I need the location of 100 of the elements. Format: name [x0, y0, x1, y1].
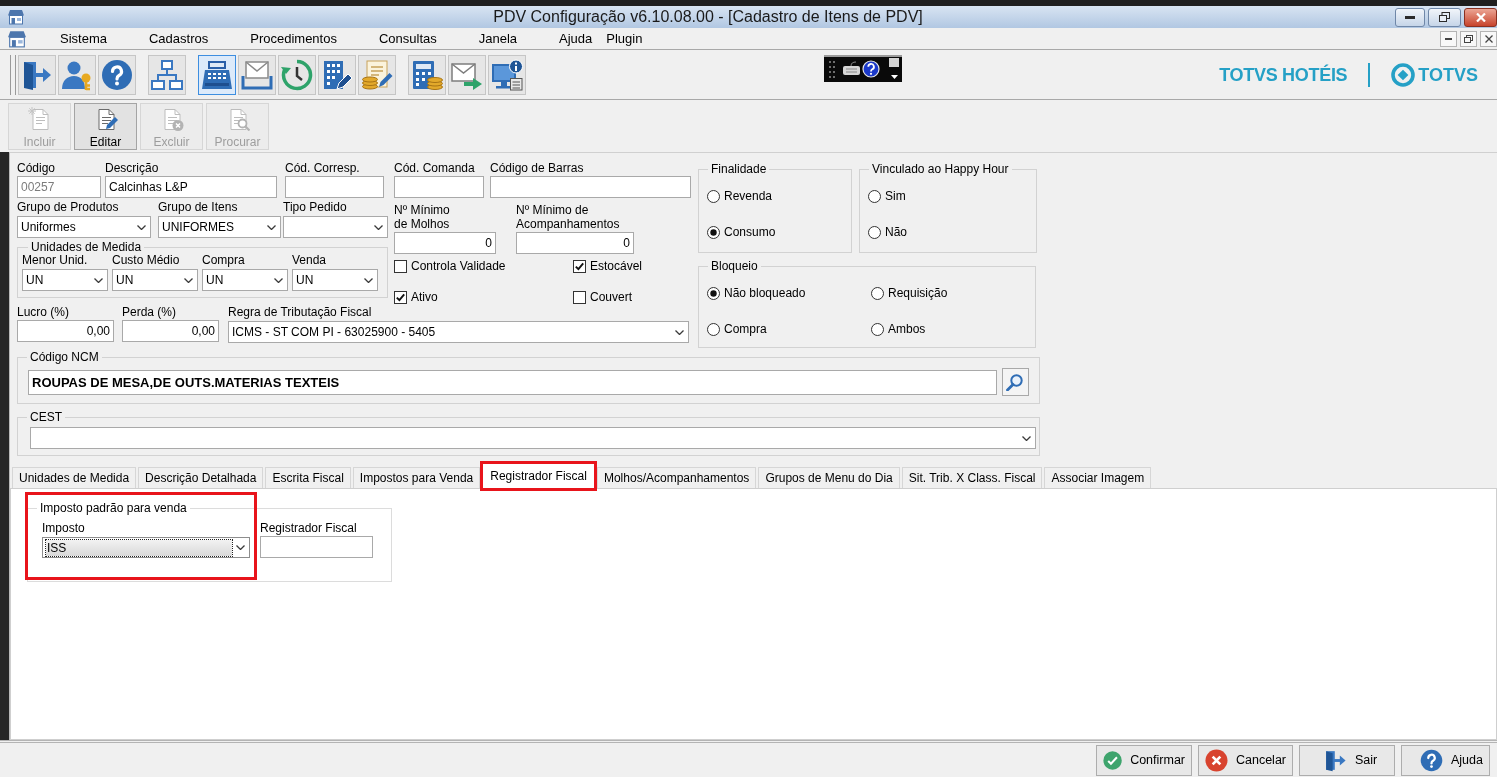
tab[interactable]: Sit. Trib. X Class. Fiscal: [901, 467, 1043, 488]
checkbox-label: Estocável: [590, 259, 643, 273]
ring-logo-icon: [1391, 62, 1416, 87]
calculator-coins-icon: [411, 58, 443, 91]
toolbar-button[interactable]: [358, 54, 396, 95]
radio-button[interactable]: [871, 286, 884, 300]
minimize-button[interactable]: [1395, 7, 1425, 27]
tab[interactable]: Impostos para Venda: [352, 467, 481, 488]
toolbar-button[interactable]: [238, 54, 276, 95]
store-icon: [8, 29, 26, 48]
dropdown[interactable]: Uniformes: [17, 216, 151, 238]
radio-label: Não bloqueado: [724, 286, 806, 300]
radio-button[interactable]: [707, 225, 720, 239]
menu-item[interactable]: Sistema: [39, 30, 128, 47]
menu-item[interactable]: Janela: [457, 30, 539, 47]
window-title: PDV Configuração v6.10.08.00 - [Cadastro de Itens de PDV]: [492, 7, 924, 27]
radio-label: Ambos: [888, 322, 926, 336]
field-label: Grupo de Itens: [158, 200, 239, 214]
radio-label: Compra: [724, 322, 767, 336]
field-label: Compra: [202, 253, 246, 267]
radio-button[interactable]: [707, 286, 720, 300]
cash-register-icon: [201, 58, 233, 91]
checkbox[interactable]: [573, 259, 586, 273]
minimize-button[interactable]: [1440, 30, 1457, 47]
dropdown[interactable]: UN: [22, 269, 108, 291]
search-icon: [1006, 373, 1025, 391]
chevron-icon: [374, 224, 383, 230]
search-button[interactable]: [1001, 368, 1029, 396]
tab[interactable]: Grupos de Menu do Dia: [758, 467, 900, 488]
dropdown[interactable]: UNIFORMES: [158, 216, 281, 238]
help-button[interactable]: Ajuda: [1401, 744, 1490, 776]
tab[interactable]: Molhos/Acompanhamentos: [596, 467, 757, 488]
dropdown[interactable]: UN: [112, 269, 198, 291]
text-field[interactable]: [490, 176, 691, 198]
close-button[interactable]: [1480, 30, 1497, 47]
checkbox[interactable]: [394, 290, 407, 304]
tab[interactable]: Escrita Fiscal: [265, 467, 351, 488]
menu-item[interactable]: Procedimentos: [229, 30, 358, 47]
text-field[interactable]: 0: [516, 232, 634, 254]
radio-button[interactable]: [868, 225, 881, 239]
keyboard-bar-icon: [824, 55, 902, 82]
restore-button[interactable]: [1460, 30, 1477, 47]
field-label: Registrador Fiscal: [260, 521, 358, 535]
chevron-icon: [1022, 435, 1031, 441]
field-label: Lucro (%): [17, 305, 70, 319]
toolbar-button[interactable]: [148, 54, 186, 95]
radio-button[interactable]: [871, 322, 884, 336]
hierarchy-icon: [151, 58, 183, 91]
toolbar-button[interactable]: [318, 54, 356, 95]
toolbar-button[interactable]: [198, 54, 236, 95]
radio-label: Sim: [885, 189, 906, 203]
text-field[interactable]: 0,00: [17, 320, 114, 342]
radio-button[interactable]: [707, 189, 720, 203]
menu-item[interactable]: Plugin: [606, 30, 664, 47]
dropdown[interactable]: ISS: [42, 537, 250, 558]
menu-item[interactable]: Cadastros: [127, 30, 230, 47]
chevron-icon: [236, 545, 245, 550]
text-field[interactable]: ROUPAS DE MESA,DE OUTS.MATERIAS TEXTEIS: [28, 370, 997, 395]
new-document-icon: [27, 107, 52, 131]
toolbar-button[interactable]: [408, 54, 446, 95]
dropdown[interactable]: UN: [292, 269, 378, 291]
text-field[interactable]: [260, 536, 373, 558]
tab[interactable]: Registrador Fiscal: [480, 461, 597, 491]
field-label: Código de Barras: [490, 161, 585, 175]
dropdown[interactable]: UN: [202, 269, 288, 291]
toolbar-button[interactable]: [488, 54, 526, 95]
radio-button[interactable]: [707, 322, 720, 336]
tab[interactable]: Descrição Detalhada: [138, 467, 264, 488]
toolbar-button[interactable]: [58, 54, 96, 95]
field-label: Imposto: [42, 521, 86, 535]
menu-item[interactable]: Ajuda: [538, 30, 607, 47]
building-pencil-icon: [321, 58, 353, 91]
action-button[interactable]: Editar: [74, 103, 137, 150]
text-field[interactable]: [394, 176, 484, 198]
text-field[interactable]: 0: [394, 232, 496, 254]
text-field[interactable]: 00257: [17, 176, 101, 198]
close-icon: [1475, 12, 1486, 22]
close-button[interactable]: [1464, 7, 1497, 27]
dropdown[interactable]: ICMS - ST COM PI - 63025900 - 5405: [228, 321, 689, 343]
toolbar-button[interactable]: [18, 54, 56, 95]
text-field[interactable]: Calcinhas L&P: [105, 176, 277, 198]
checkbox-label: Couvert: [590, 290, 633, 304]
field-label: Grupo de Produtos: [17, 200, 120, 214]
tab[interactable]: Associar Imagem: [1044, 467, 1152, 488]
chevron-icon: [94, 277, 103, 283]
cancel-button[interactable]: Cancelar: [1198, 744, 1293, 776]
tab[interactable]: Unidades de Medida: [12, 467, 137, 488]
group-title: Bloqueio: [708, 259, 761, 273]
radio-button[interactable]: [868, 189, 881, 203]
checkbox[interactable]: [573, 290, 586, 304]
group-title: Vinculado ao Happy Hour: [869, 162, 1012, 176]
menu-item[interactable]: Consultas: [357, 30, 458, 47]
restore-button[interactable]: [1428, 7, 1461, 27]
exit-button[interactable]: Sair: [1299, 744, 1395, 776]
text-field[interactable]: 0,00: [122, 320, 219, 342]
confirm-button[interactable]: Confirmar: [1096, 744, 1192, 776]
toolbar-button[interactable]: [98, 54, 136, 95]
text-field[interactable]: [285, 176, 384, 198]
checkbox[interactable]: [394, 259, 407, 273]
toolbar-button[interactable]: [278, 54, 316, 95]
